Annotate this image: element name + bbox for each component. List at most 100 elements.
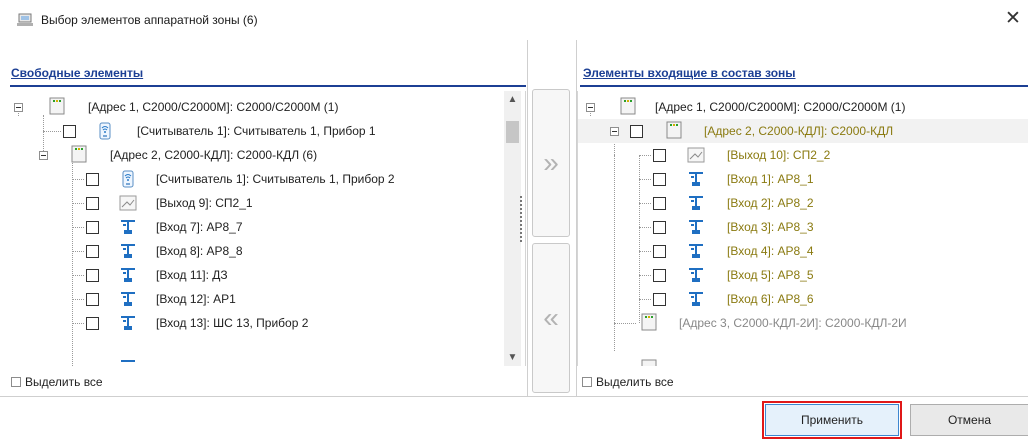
node-checkbox[interactable] (630, 125, 643, 138)
node-checkbox[interactable] (63, 125, 76, 138)
tree-node[interactable]: [Адрес 1, С2000/С2000М]: С2000/С2000М (1… (578, 95, 1028, 119)
node-label: [Адрес 1, С2000/С2000М]: С2000/С2000М (1… (655, 100, 906, 114)
tree-node[interactable]: [Вход 11]: ДЗ (10, 263, 525, 287)
input-sensor-icon (121, 316, 135, 330)
tree-node-selected[interactable]: [Адрес 2, С2000-КДЛ]: С2000-КДЛ (578, 119, 1028, 143)
input-sensor-icon (689, 292, 703, 306)
reader-icon (99, 122, 111, 140)
node-checkbox[interactable] (653, 173, 666, 186)
pane-divider-left (527, 40, 528, 396)
node-label: [Вход 8]: АР8_8 (156, 244, 243, 258)
collapse-toggle[interactable] (14, 103, 23, 112)
node-label: [Считыватель 1]: Считыватель 1, Прибор 2 (156, 172, 395, 186)
tree-node[interactable]: [Считыватель 1]: Считыватель 1, Прибор 1 (10, 119, 525, 143)
node-label: [Вход 7]: АР8_7 (156, 220, 243, 234)
collapse-toggle[interactable] (586, 103, 595, 112)
apply-button[interactable]: Применить (762, 401, 902, 439)
select-all-checkbox[interactable] (582, 377, 592, 387)
tree-node[interactable]: [Считыватель 1]: Считыватель 1, Прибор 2 (10, 167, 525, 191)
tree-node[interactable]: [Вход 6]: АР8_6 (578, 287, 1028, 311)
tree-node[interactable]: [Вход 5]: АР8_5 (578, 263, 1028, 287)
input-sensor-icon (689, 268, 703, 282)
node-label: [Вход 6]: АР8_6 (727, 292, 814, 306)
node-checkbox[interactable] (86, 317, 99, 330)
node-label: [Считыватель 1]: Считыватель 1, Прибор 1 (137, 124, 376, 138)
free-elements-header: Свободные элементы (11, 66, 144, 80)
node-label: [Адрес 1, С2000/С2000М]: С2000/С2000М (1… (88, 100, 339, 114)
node-checkbox[interactable] (86, 173, 99, 186)
cancel-button[interactable]: Отмена (910, 404, 1028, 436)
input-sensor-icon (121, 244, 135, 258)
remove-from-zone-button[interactable]: « (532, 243, 570, 393)
zone-elements-tree[interactable]: [Адрес 1, С2000/С2000М]: С2000/С2000М (1… (577, 91, 1028, 366)
tree-node[interactable]: [Вход 4]: АР8_4 (578, 239, 1028, 263)
add-to-zone-button[interactable]: » (532, 89, 570, 237)
select-all-label: Выделить все (25, 375, 103, 389)
device-panel-icon (49, 97, 65, 115)
device-panel-icon (666, 121, 682, 139)
node-checkbox[interactable] (86, 245, 99, 258)
free-elements-tree[interactable]: [Адрес 1, С2000/С2000М]: С2000/С2000М (1… (10, 91, 526, 366)
input-sensor-icon (689, 172, 703, 186)
tree-node[interactable]: [Вход 3]: АР8_3 (578, 215, 1028, 239)
input-sensor-icon (689, 244, 703, 258)
tree-node[interactable]: [Вход 12]: АР1 (10, 287, 525, 311)
left-header-rule (10, 85, 526, 87)
scroll-up-arrow-icon[interactable]: ▲ (504, 91, 521, 108)
tree-node[interactable]: [Выход 10]: СП2_2 (578, 143, 1028, 167)
zone-app-icon (17, 13, 33, 26)
input-sensor-icon (689, 220, 703, 234)
tree-node[interactable]: [Вход 13]: ШС 13, Прибор 2 (10, 311, 525, 335)
node-label: [Выход 10]: СП2_2 (727, 148, 831, 162)
output-icon (119, 195, 137, 211)
collapse-toggle[interactable] (39, 151, 48, 160)
node-label: [Вход 5]: АР8_5 (727, 268, 814, 282)
node-label: [Адрес 2, С2000-КДЛ]: С2000-КДЛ (6) (110, 148, 318, 162)
input-sensor-icon (121, 360, 135, 362)
input-sensor-icon (689, 196, 703, 210)
reader-icon (122, 170, 134, 188)
device-panel-icon (641, 313, 657, 331)
tree-node[interactable]: [Вход 8]: АР8_8 (10, 239, 525, 263)
splitter-grip[interactable] (520, 196, 523, 242)
tree-node[interactable]: [Адрес 2, С2000-КДЛ]: С2000-КДЛ (6) (10, 143, 525, 167)
left-scrollbar[interactable]: ▲ ▼ (504, 91, 521, 366)
node-label: [Вход 4]: АР8_4 (727, 244, 814, 258)
node-checkbox[interactable] (86, 293, 99, 306)
output-icon (687, 147, 705, 163)
node-checkbox[interactable] (86, 269, 99, 282)
window-title: Выбор элементов аппаратной зоны (6) (41, 13, 258, 27)
node-label: [Адрес 2, С2000-КДЛ]: С2000-КДЛ (704, 124, 894, 138)
input-sensor-icon (121, 220, 135, 234)
tree-node[interactable]: [Адрес 3, С2000-КДЛ-2И]: С2000-КДЛ-2И (578, 311, 1028, 335)
node-checkbox[interactable] (653, 269, 666, 282)
node-checkbox[interactable] (86, 197, 99, 210)
tree-node[interactable]: [Вход 7]: АР8_7 (10, 215, 525, 239)
select-all-checkbox[interactable] (11, 377, 21, 387)
node-checkbox[interactable] (653, 197, 666, 210)
tree-node[interactable]: [Вход 1]: АР8_1 (578, 167, 1028, 191)
scroll-thumb[interactable] (506, 121, 519, 143)
collapse-toggle[interactable] (610, 127, 619, 136)
node-label: [Выход 9]: СП2_1 (156, 196, 253, 210)
node-checkbox[interactable] (86, 221, 99, 234)
right-header-rule (580, 85, 1028, 87)
node-checkbox[interactable] (653, 149, 666, 162)
device-panel-icon (71, 145, 87, 163)
node-checkbox[interactable] (653, 221, 666, 234)
scroll-down-arrow-icon[interactable]: ▼ (504, 349, 521, 366)
node-label: [Вход 1]: АР8_1 (727, 172, 814, 186)
zone-elements-header: Элементы входящие в состав зоны (583, 66, 796, 80)
node-label: [Вход 11]: ДЗ (156, 268, 228, 282)
close-button[interactable]: ✕ (998, 6, 1028, 34)
input-sensor-icon (121, 268, 135, 282)
input-sensor-icon (121, 292, 135, 306)
tree-node[interactable]: [Выход 9]: СП2_1 (10, 191, 525, 215)
node-checkbox[interactable] (653, 245, 666, 258)
tree-node[interactable]: [Адрес 1, С2000/С2000М]: С2000/С2000М (1… (10, 95, 525, 119)
node-checkbox[interactable] (653, 293, 666, 306)
node-label: [Вход 3]: АР8_3 (727, 220, 814, 234)
node-label: [Вход 2]: АР8_2 (727, 196, 814, 210)
node-label: [Вход 12]: АР1 (156, 292, 236, 306)
tree-node[interactable]: [Вход 2]: АР8_2 (578, 191, 1028, 215)
